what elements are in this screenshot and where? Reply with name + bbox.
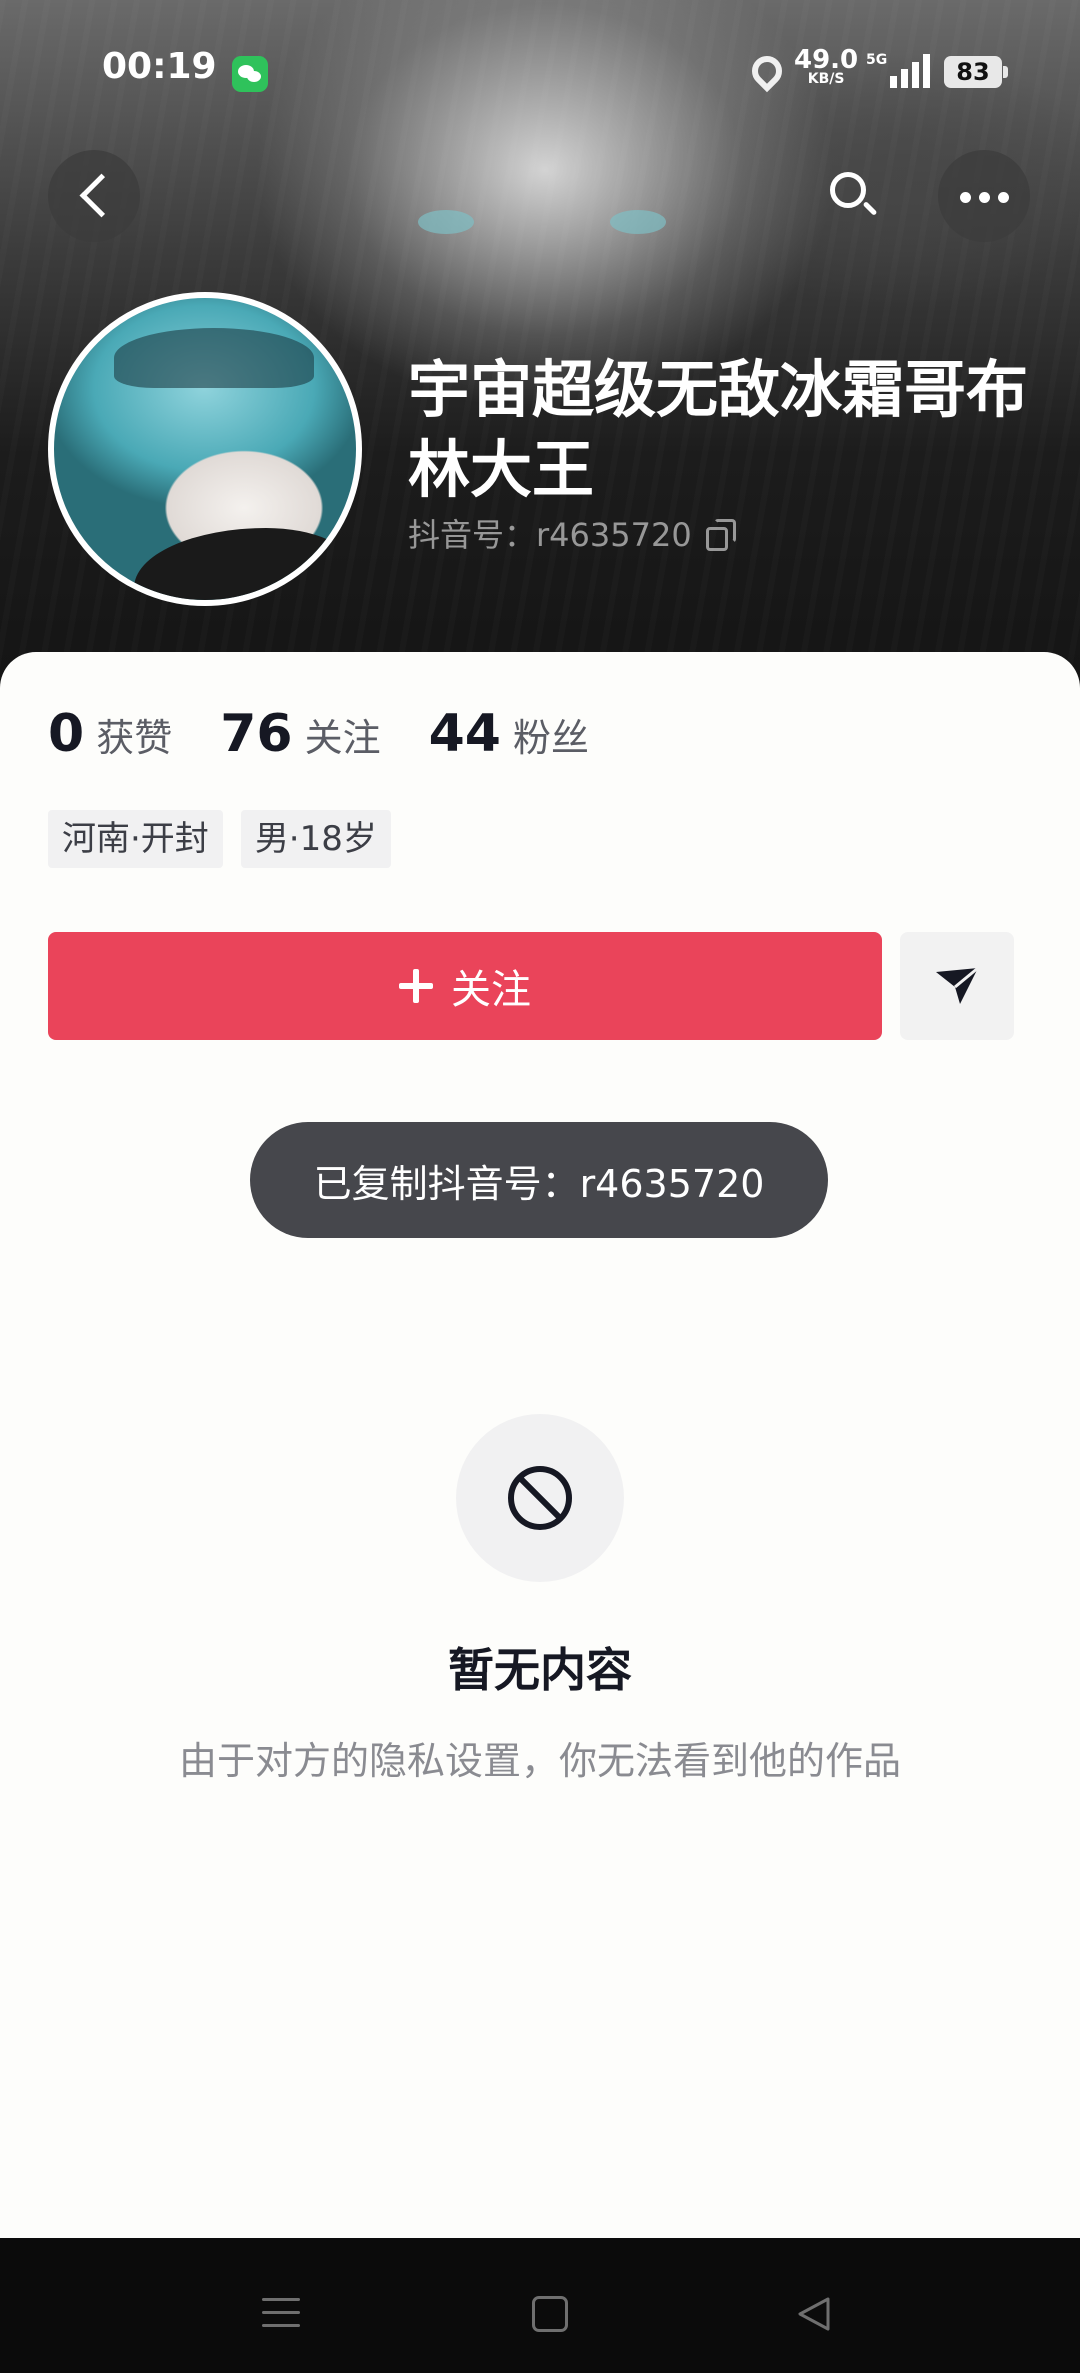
stat-likes-label: 获赞 [96,716,173,760]
follow-button[interactable]: 关注 [48,932,882,1040]
copy-toast: 已复制抖音号：r4635720 [250,1122,828,1238]
copy-icon[interactable] [705,519,736,551]
profile-screen: 00:19 49.0 KB/S 5G 83 宇宙超级无敌冰霜哥布林大王 抖音号：… [0,0,1080,2373]
stat-following-label: 关注 [304,716,381,760]
profile-stats: 0 获赞 76 关注 44 粉丝 [48,704,637,764]
wechat-icon [232,56,268,92]
profile-tags: 河南·开封 男·18岁 [48,810,409,868]
stat-likes-value: 0 [48,704,85,764]
tag-location: 河南·开封 [48,810,223,868]
location-icon [745,49,789,93]
follow-button-label: 关注 [451,967,531,1013]
plus-icon [399,969,433,1003]
stat-following-value: 76 [220,704,293,764]
send-icon [936,966,979,1004]
nav-menu-icon[interactable] [262,2298,300,2328]
network-type: 5G [866,52,888,68]
more-button[interactable] [938,150,1030,242]
profile-content-card: 0 获赞 76 关注 44 粉丝 河南·开封 男·18岁 关注 已复制抖音号：r… [0,652,1080,2238]
stat-followers[interactable]: 44 粉丝 [429,704,589,764]
status-time: 00:19 [102,46,217,87]
network-speed: 49.0 KB/S [794,47,858,86]
status-bar: 00:19 49.0 KB/S 5G 83 [0,0,1080,140]
empty-state-title: 暂无内容 [448,1643,632,1697]
douyin-id-text: 抖音号：r4635720 [408,516,692,554]
back-button[interactable] [48,150,140,242]
banner-eye-right [610,210,666,234]
forbidden-icon [508,1466,572,1530]
stat-likes[interactable]: 0 获赞 [48,704,172,764]
banner-eye-left [418,210,474,234]
empty-state-icon-wrap [456,1414,624,1582]
stat-followers-value: 44 [428,704,501,764]
system-nav-bar [0,2238,1080,2373]
nav-home-icon[interactable] [532,2296,568,2332]
stat-following[interactable]: 76 关注 [220,704,380,764]
search-icon [830,172,866,208]
avatar[interactable] [48,292,362,606]
battery-icon: 83 [944,56,1008,88]
profile-display-name: 宇宙超级无敌冰霜哥布林大王 [408,353,1029,506]
empty-state-description: 由于对方的隐私设置，你无法看到他的作品 [178,1739,901,1783]
send-message-button[interactable] [900,932,1014,1040]
search-button[interactable] [806,150,898,242]
signal-icon [890,54,930,88]
nav-back-icon[interactable] [796,2296,832,2332]
douyin-id[interactable]: 抖音号：r4635720 [408,510,736,556]
stat-followers-label: 粉丝 [512,716,589,760]
tag-gender-age: 男·18岁 [240,810,391,868]
